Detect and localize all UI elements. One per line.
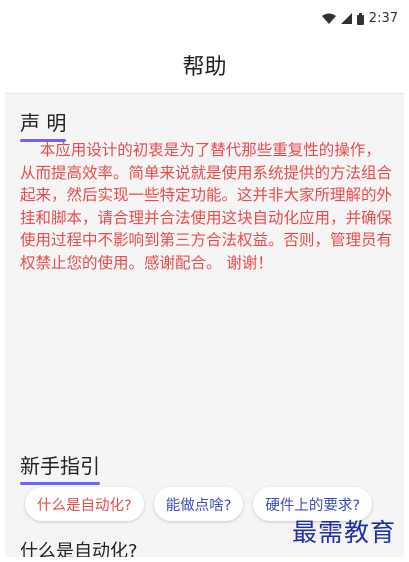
cellular-signal-icon [340,13,352,24]
guide-heading: 新手指引 [20,450,100,485]
statement-heading: 声 明 [20,107,67,142]
status-bar: 2:37 [5,5,404,33]
chip-what-is-automation[interactable]: 什么是自动化? [25,487,144,521]
battery-icon [356,12,364,25]
wifi-icon [321,13,336,24]
topic-heading: 什么是自动化? [20,537,138,557]
app-screen: 2:37 帮助 声 明 本应用设计的初衷是为了替代那些重复性的操作，从而提高效率… [5,5,404,557]
chip-what-can-it-do[interactable]: 能做点啥? [153,487,244,521]
watermark-logo: 最需教育 [291,518,396,547]
app-bar: 帮助 [5,33,404,94]
page-title: 帮助 [182,55,227,80]
status-time: 2:37 [368,11,398,26]
statement-text: 本应用设计的初衷是为了替代那些重复性的操作，从而提高效率。简单来说就是使用系统提… [20,141,393,272]
